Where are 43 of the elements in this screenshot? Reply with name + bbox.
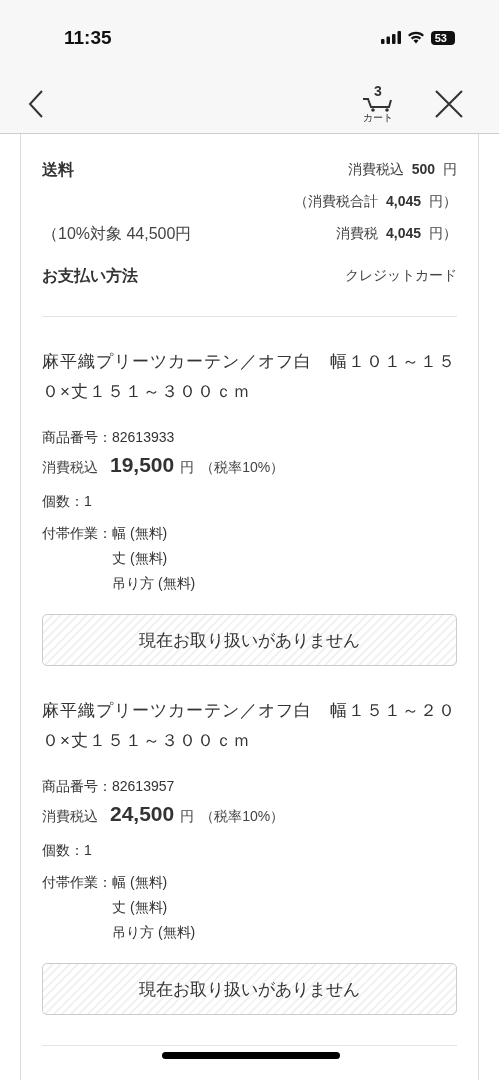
currency-unit: 円） xyxy=(429,225,457,243)
shipping-label: 送料 xyxy=(42,159,74,180)
option-item: 吊り方 (無料) xyxy=(112,923,196,942)
tax-amount: 4,045 xyxy=(385,225,421,241)
shipping-amount: 500 xyxy=(411,161,435,177)
options-label: 付帯作業： xyxy=(42,873,112,892)
product-number: 商品番号：82613933 xyxy=(42,428,176,447)
tax-total-label: （消費税合計 xyxy=(293,193,378,211)
taxable-amount: （10%対象 44,500円 xyxy=(42,223,192,244)
option-item: 丈 (無料) xyxy=(112,549,169,568)
tax-included-label: 消費税込 xyxy=(42,808,98,826)
signal-icon xyxy=(380,31,401,44)
currency-unit: 円 xyxy=(180,808,195,826)
tax-total-amount: 4,045 xyxy=(385,193,421,209)
currency-unit: 円 xyxy=(180,459,195,477)
payment-method-value: クレジットカード xyxy=(345,267,457,285)
option-item: 幅 (無料) xyxy=(112,873,169,892)
product-title: 麻平織プリーツカーテン／オフ白 幅１５１～２００×丈１５１～３００ｃｍ xyxy=(42,700,457,752)
tax-rate: （税率10%） xyxy=(200,459,285,477)
tax-included-label: 消費税込 xyxy=(347,161,404,179)
options-label: 付帯作業： xyxy=(42,524,112,543)
product-price: 24,500 xyxy=(110,802,175,826)
option-item: 幅 (無料) xyxy=(112,524,169,543)
currency-unit: 円 xyxy=(443,161,457,179)
option-item: 吊り方 (無料) xyxy=(112,574,196,593)
back-icon[interactable] xyxy=(28,90,44,118)
option-item: 丈 (無料) xyxy=(112,898,169,917)
wifi-icon xyxy=(406,31,425,44)
quantity: 個数：1 xyxy=(42,841,93,860)
battery-level: 53 xyxy=(430,30,455,45)
tax-label: 消費税 xyxy=(335,225,378,243)
product-number: 商品番号：82613957 xyxy=(42,777,176,796)
currency-unit: 円） xyxy=(429,193,457,211)
payment-method-label: お支払い方法 xyxy=(42,265,138,286)
product-price: 19,500 xyxy=(110,453,175,477)
status-time: 11:35 xyxy=(64,26,112,49)
product-title: 麻平織プリーツカーテン／オフ白 幅１０１～１５０×丈１５１～３００ｃｍ xyxy=(42,351,457,403)
tax-rate: （税率10%） xyxy=(200,808,285,826)
tax-included-label: 消費税込 xyxy=(42,459,98,477)
quantity: 個数：1 xyxy=(42,492,93,511)
cart-icon xyxy=(361,98,395,112)
cart-button[interactable]: 3 カート xyxy=(361,84,395,124)
close-icon[interactable] xyxy=(435,90,463,118)
